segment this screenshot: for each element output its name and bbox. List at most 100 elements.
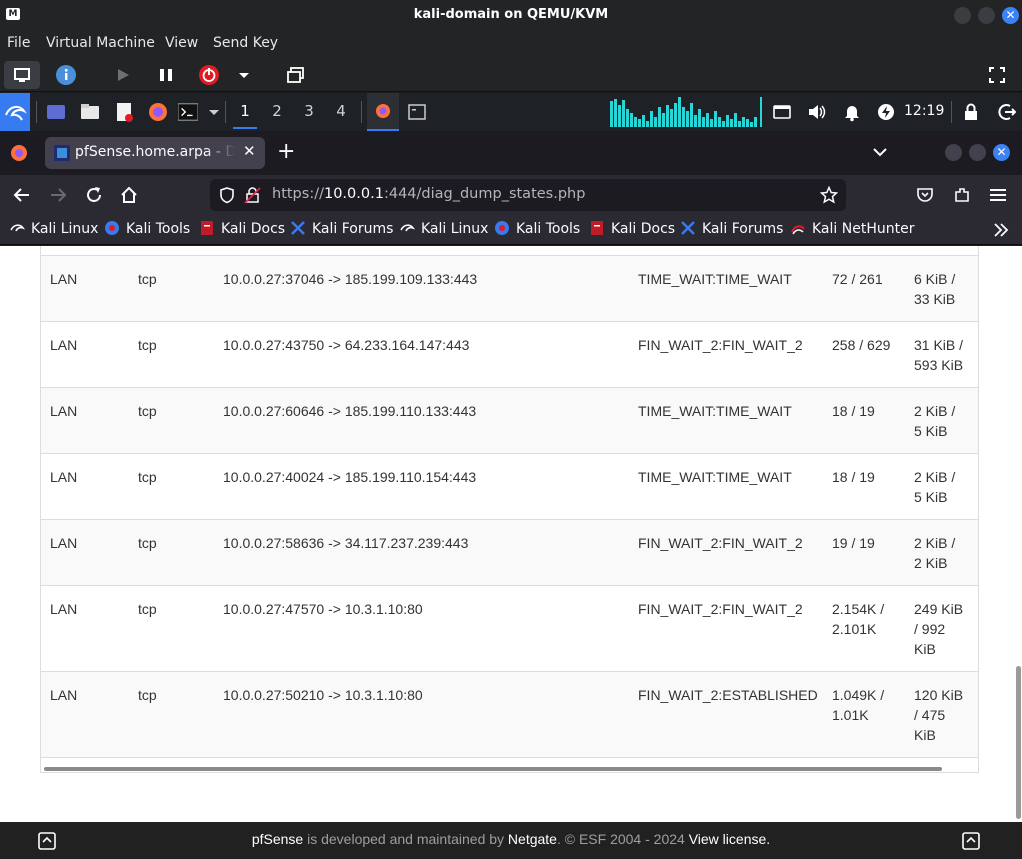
cell-state: TIME_WAIT:TIME_WAIT <box>638 469 792 485</box>
cell-state: TIME_WAIT:TIME_WAIT <box>638 403 792 419</box>
kali-forums-icon <box>681 221 695 235</box>
bookmark-kali-forums-2[interactable]: Kali Forums <box>680 220 783 240</box>
firefox-view-icon[interactable] <box>10 144 28 162</box>
new-tab-button[interactable]: + <box>277 139 295 165</box>
bookmark-kali-forums[interactable]: Kali Forums <box>290 220 393 240</box>
bookmark-kali-docs[interactable]: Kali Docs <box>199 220 285 240</box>
bookmark-kali-linux-2[interactable]: Kali Linux <box>399 220 488 240</box>
monitor-icon <box>14 68 30 82</box>
footer-brand-link[interactable]: pfSense <box>252 831 303 847</box>
logout-icon[interactable] <box>996 102 1016 122</box>
table-row: LAN tcp 10.0.0.27:43750 -> 64.233.164.147:… <box>41 321 978 387</box>
more-bookmarks-chevron-icon[interactable] <box>992 222 1010 238</box>
url-text: https://10.0.0.1:444/diag_dump_states.ph… <box>272 186 585 202</box>
insecure-lock-icon[interactable] <box>244 186 262 204</box>
bookmark-label: Kali Tools <box>126 221 191 237</box>
cell-packets-line: 27 / 55 <box>832 771 875 772</box>
bookmark-kali-linux[interactable]: Kali Linux <box>9 220 98 240</box>
table-row: LAN tcp 10.0.0.27:58636 -> 34.117.237.239:… <box>41 519 978 585</box>
hamburger-menu-icon[interactable] <box>989 187 1007 203</box>
tracking-shield-icon[interactable] <box>218 186 236 204</box>
url-host: 10.0.0.1 <box>323 186 384 202</box>
list-all-tabs-chevron-down-icon[interactable] <box>871 145 889 159</box>
bookmark-kali-nethunter[interactable]: Kali NetHunter <box>790 220 914 240</box>
cell-bytes-line: 120 KiB <box>914 687 964 703</box>
cpu-graph <box>610 97 762 127</box>
screenshot-icon[interactable] <box>772 102 792 122</box>
browser-close-button[interactable]: ✕ <box>993 144 1010 161</box>
browser-maximize-button[interactable] <box>969 144 986 161</box>
back-arrow-icon[interactable] <box>12 186 32 204</box>
extensions-puzzle-icon[interactable] <box>953 186 971 204</box>
url-prefix: https:// <box>272 186 324 202</box>
workspace-1[interactable]: 1 <box>231 102 259 129</box>
kali-docs-icon <box>201 221 213 235</box>
footer-right-icon[interactable] <box>962 832 980 850</box>
bookmark-kali-docs-2[interactable]: Kali Docs <box>589 220 675 240</box>
footer-company-link[interactable]: Netgate <box>508 831 557 847</box>
info-icon[interactable] <box>56 65 76 85</box>
reload-icon[interactable] <box>84 185 104 205</box>
bookmarks-toolbar: Kali Linux Kali Tools Kali Docs Kali For… <box>0 215 1022 245</box>
desktop-icon[interactable] <box>46 102 66 122</box>
console-toggle[interactable] <box>4 61 40 89</box>
bookmark-kali-tools-2[interactable]: Kali Tools <box>494 220 580 240</box>
browser-minimize-button[interactable] <box>945 144 962 161</box>
firefox-icon[interactable] <box>148 102 168 122</box>
menu-virtual-machine[interactable]: Virtual Machine <box>46 35 155 51</box>
cell-bytes-line: 593 KiB <box>914 357 964 373</box>
tab-close-icon[interactable]: ✕ <box>243 142 256 160</box>
clock[interactable]: 12:19 <box>904 103 944 119</box>
vertical-scrollbar[interactable] <box>1016 666 1021 819</box>
taskbar-firefox-window[interactable] <box>367 93 399 131</box>
cell-packets-line: 2.101K <box>832 621 877 637</box>
cell-packets-line: 258 / 629 <box>832 337 891 353</box>
workspace-3[interactable]: 3 <box>295 102 323 120</box>
lock-screen-icon[interactable] <box>961 102 981 122</box>
forward-arrow-icon[interactable] <box>48 186 68 204</box>
menu-send-key[interactable]: Send Key <box>213 35 278 51</box>
close-button[interactable]: ✕ <box>1002 7 1019 24</box>
bookmark-kali-tools[interactable]: Kali Tools <box>104 220 190 240</box>
notifications-bell-icon[interactable] <box>842 102 862 122</box>
cell-state: TIME_WAIT:TIME_WAIT <box>638 271 792 287</box>
url-path: :444/diag_dump_states.php <box>383 186 586 202</box>
cell-state: FIN_WAIT_2:FIN_WAIT_2 <box>638 601 803 617</box>
cell-connection: 10.0.0.27:40024 -> 185.199.110.154:443 <box>223 469 477 485</box>
kali-forums-icon <box>291 221 305 235</box>
cell-bytes-line: 5 KiB <box>914 489 948 505</box>
cell-protocol: tcp <box>138 535 157 551</box>
workspace-4[interactable]: 4 <box>327 102 355 120</box>
snapshots-icon[interactable] <box>286 65 306 85</box>
text-editor-icon[interactable] <box>114 102 134 122</box>
cell-connection: 10.0.0.27:58636 -> 34.117.237.239:443 <box>223 535 469 551</box>
pause-icon[interactable] <box>156 65 176 85</box>
terminal-icon[interactable] <box>178 102 198 122</box>
chevron-down-icon[interactable] <box>234 65 254 85</box>
power-off-icon[interactable] <box>199 65 219 85</box>
kali-tools-icon <box>495 221 509 235</box>
maximize-button[interactable] <box>978 7 995 24</box>
terminal-window-icon[interactable] <box>407 102 427 122</box>
bookmark-star-icon[interactable] <box>820 186 838 204</box>
cell-bytes-line: 5 KiB <box>914 423 948 439</box>
menu-view[interactable]: View <box>165 35 198 51</box>
workspace-2[interactable]: 2 <box>263 102 291 120</box>
power-manager-icon[interactable] <box>876 102 896 122</box>
play-icon[interactable] <box>113 65 133 85</box>
horizontal-scrollbar[interactable] <box>44 767 942 771</box>
file-manager-icon[interactable] <box>80 102 100 122</box>
cell-interface: LAN <box>50 601 78 617</box>
volume-icon[interactable] <box>807 102 827 122</box>
minimize-button[interactable] <box>954 7 971 24</box>
url-bar[interactable]: https://10.0.0.1:444/diag_dump_states.ph… <box>210 179 846 211</box>
menu-file[interactable]: File <box>7 35 30 51</box>
kali-menu-button[interactable] <box>0 93 30 131</box>
pocket-icon[interactable] <box>916 186 934 204</box>
cell-bytes-line: 2 KiB <box>914 555 948 571</box>
fullscreen-icon[interactable] <box>987 65 1007 85</box>
chevron-down-icon[interactable] <box>204 102 224 122</box>
footer-license-link[interactable]: View license. <box>689 831 770 847</box>
tab-pfsense-states[interactable]: pfSense.home.arpa - Diagnostics: States … <box>45 137 265 169</box>
home-icon[interactable] <box>119 185 139 205</box>
